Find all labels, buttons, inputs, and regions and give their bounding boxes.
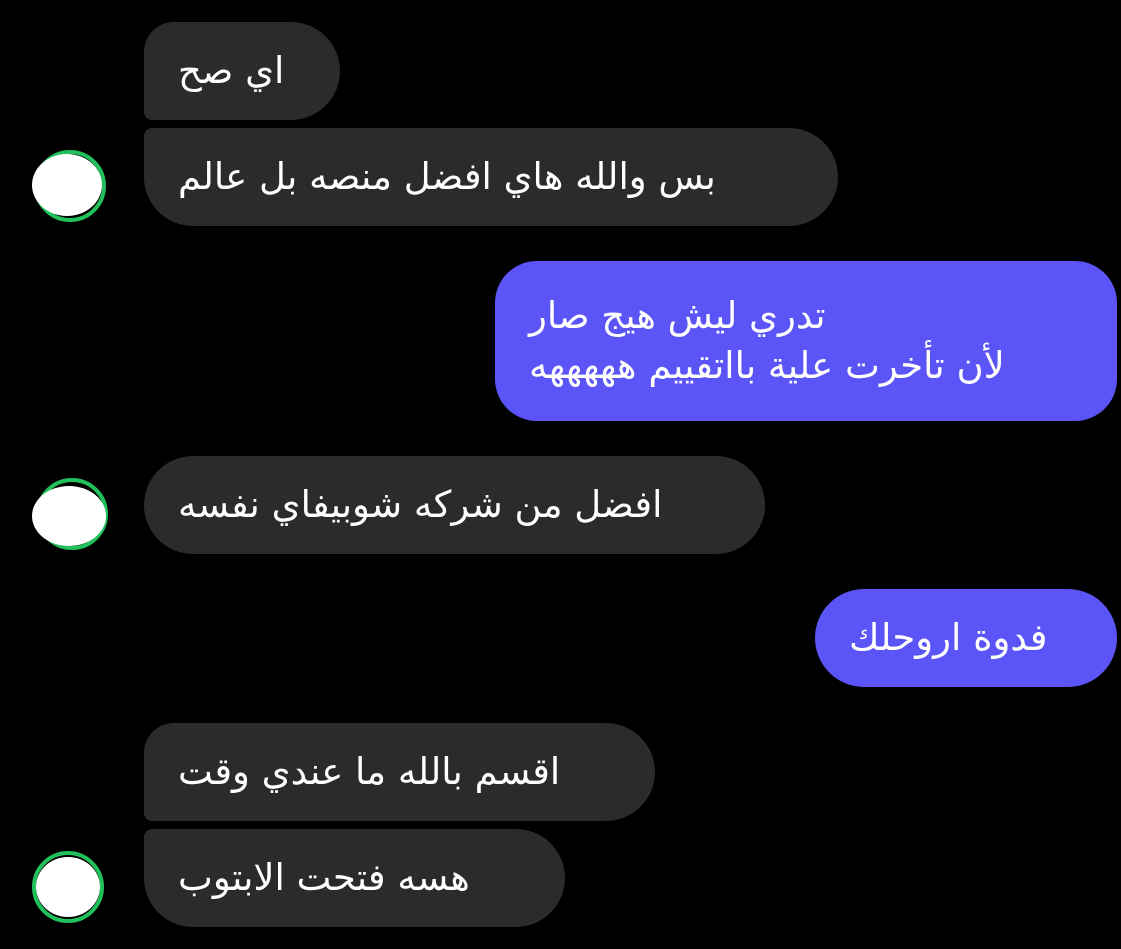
incoming-message-bubble[interactable]: هسه فتحت الابتوب bbox=[144, 829, 565, 927]
avatar[interactable] bbox=[32, 478, 108, 550]
message-text: فدوة اروحلك bbox=[849, 616, 1048, 660]
incoming-message-bubble[interactable]: افضل من شركه شوبيفاي نفسه bbox=[144, 456, 765, 554]
avatar-icon bbox=[32, 486, 106, 546]
message-line: لأن تأخرت علية بااتقييم هههههه bbox=[529, 344, 1005, 387]
incoming-message-bubble[interactable]: اي صح bbox=[144, 22, 340, 120]
message-text: اي صح bbox=[178, 49, 285, 93]
avatar-icon bbox=[36, 857, 100, 917]
outgoing-message-bubble[interactable]: تدري ليش هيج صار لأن تأخرت علية بااتقييم… bbox=[495, 261, 1117, 421]
message-text: بس والله هاي افضل منصه بل عالم bbox=[178, 155, 716, 199]
message-line: تدري ليش هيج صار bbox=[529, 294, 826, 338]
avatar-icon bbox=[32, 154, 102, 216]
avatar[interactable] bbox=[32, 851, 104, 923]
chat-thread: اي صح بس والله هاي افضل منصه بل عالم تدر… bbox=[0, 0, 1121, 949]
outgoing-message-bubble[interactable]: فدوة اروحلك bbox=[815, 589, 1117, 687]
avatar[interactable] bbox=[32, 150, 106, 222]
message-text: افضل من شركه شوبيفاي نفسه bbox=[178, 483, 663, 527]
incoming-message-bubble[interactable]: اقسم بالله ما عندي وقت bbox=[144, 723, 655, 821]
incoming-message-bubble[interactable]: بس والله هاي افضل منصه بل عالم bbox=[144, 128, 838, 226]
message-text: هسه فتحت الابتوب bbox=[178, 856, 470, 900]
message-text: اقسم بالله ما عندي وقت bbox=[178, 750, 561, 794]
